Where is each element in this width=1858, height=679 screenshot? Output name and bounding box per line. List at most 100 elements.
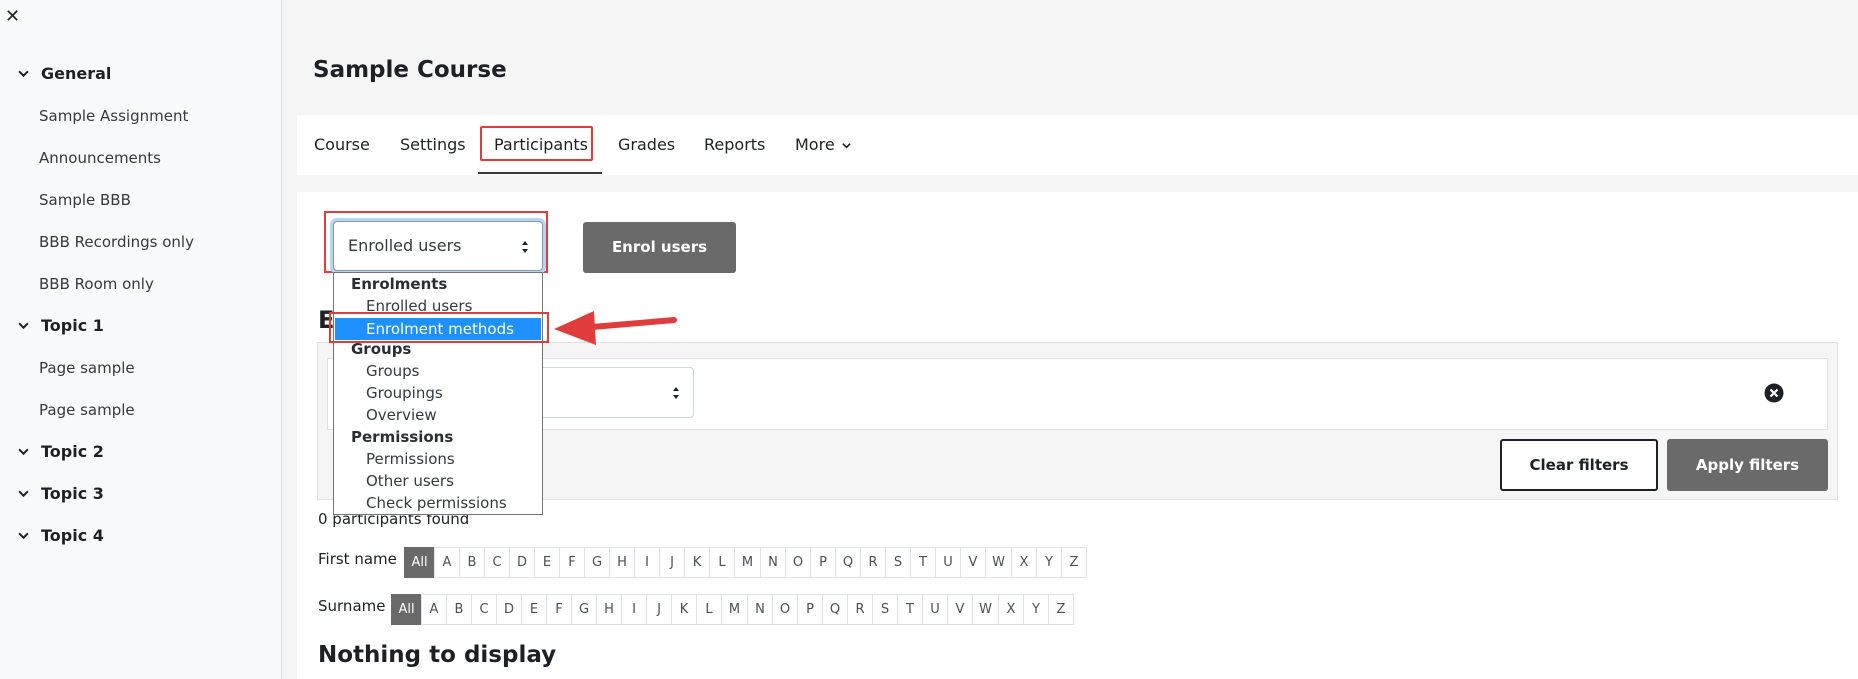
initial-z[interactable]: Z bbox=[1061, 547, 1087, 578]
initial-v[interactable]: V bbox=[947, 594, 973, 625]
option-check-permissions[interactable]: Check permissions bbox=[366, 494, 507, 514]
select-arrows-icon bbox=[673, 387, 679, 399]
section-topic-2[interactable]: Topic 2 bbox=[18, 442, 104, 461]
initial-w[interactable]: W bbox=[972, 594, 999, 625]
initial-t[interactable]: T bbox=[910, 547, 936, 578]
enrol-users-button[interactable]: Enrol users bbox=[583, 222, 736, 273]
initial-t[interactable]: T bbox=[897, 594, 923, 625]
close-icon[interactable]: ✕ bbox=[5, 6, 20, 27]
initial-i[interactable]: I bbox=[621, 594, 647, 625]
initial-n[interactable]: N bbox=[747, 594, 773, 625]
highlight-box-participants-tab bbox=[480, 126, 593, 161]
chevron-down-icon bbox=[18, 490, 29, 498]
initial-a[interactable]: A bbox=[434, 547, 460, 578]
sidebar-item-page-sample[interactable]: Page sample bbox=[39, 401, 135, 419]
initial-w[interactable]: W bbox=[985, 547, 1012, 578]
select-arrows-icon bbox=[522, 241, 528, 253]
initial-x[interactable]: X bbox=[998, 594, 1024, 625]
tab-reports[interactable]: Reports bbox=[704, 115, 765, 175]
initial-h[interactable]: H bbox=[596, 594, 622, 625]
initial-k[interactable]: K bbox=[671, 594, 697, 625]
tab-course[interactable]: Course bbox=[314, 115, 370, 175]
initial-b[interactable]: B bbox=[459, 547, 485, 578]
initial-s[interactable]: S bbox=[885, 547, 911, 578]
initial-l[interactable]: L bbox=[709, 547, 735, 578]
option-overview[interactable]: Overview bbox=[366, 406, 437, 428]
section-label: Topic 2 bbox=[41, 442, 104, 461]
initial-f[interactable]: F bbox=[546, 594, 572, 625]
chevron-down-icon bbox=[18, 532, 29, 540]
initial-s[interactable]: S bbox=[872, 594, 898, 625]
initial-v[interactable]: V bbox=[960, 547, 986, 578]
section-topic-4[interactable]: Topic 4 bbox=[18, 526, 104, 545]
initial-o[interactable]: O bbox=[772, 594, 798, 625]
initial-h[interactable]: H bbox=[609, 547, 635, 578]
active-tab-indicator bbox=[478, 172, 602, 174]
initial-r[interactable]: R bbox=[847, 594, 873, 625]
initial-e[interactable]: E bbox=[534, 547, 560, 578]
initial-y[interactable]: Y bbox=[1036, 547, 1062, 578]
apply-filters-button[interactable]: Apply filters bbox=[1667, 439, 1828, 491]
initial-r[interactable]: R bbox=[860, 547, 886, 578]
section-topic-3[interactable]: Topic 3 bbox=[18, 484, 104, 503]
initial-l[interactable]: L bbox=[696, 594, 722, 625]
initial-all[interactable]: All bbox=[404, 547, 435, 578]
initial-j[interactable]: J bbox=[646, 594, 672, 625]
surname-initials-bar: All A B C D E F G H I J K L M N O P Q R S T U V W X Y Z bbox=[391, 594, 1074, 625]
initial-a[interactable]: A bbox=[421, 594, 447, 625]
initial-all[interactable]: All bbox=[391, 594, 422, 625]
initial-b[interactable]: B bbox=[446, 594, 472, 625]
option-groups[interactable]: Groups bbox=[366, 362, 419, 384]
tab-grades[interactable]: Grades bbox=[618, 115, 675, 175]
initial-e[interactable]: E bbox=[521, 594, 547, 625]
optgroup-enrolments: Enrolments bbox=[351, 275, 448, 293]
option-groupings[interactable]: Groupings bbox=[366, 384, 443, 406]
tab-more-label: More bbox=[795, 135, 835, 154]
remove-filter-icon[interactable] bbox=[1764, 383, 1784, 403]
first-name-initials-bar: All A B C D E F G H I J K L M N O P Q R S T U V W X Y Z bbox=[404, 547, 1087, 578]
sidebar-item-announcements[interactable]: Announcements bbox=[39, 149, 161, 167]
initial-m[interactable]: M bbox=[734, 547, 761, 578]
option-other-users[interactable]: Other users bbox=[366, 472, 454, 494]
sidebar-item-bbb-room[interactable]: BBB Room only bbox=[39, 275, 154, 293]
initial-u[interactable]: U bbox=[935, 547, 961, 578]
section-general[interactable]: General bbox=[18, 64, 111, 83]
initial-q[interactable]: Q bbox=[835, 547, 861, 578]
sidebar-item-page-sample[interactable]: Page sample bbox=[39, 359, 135, 377]
initial-u[interactable]: U bbox=[922, 594, 948, 625]
initial-x[interactable]: X bbox=[1011, 547, 1037, 578]
initial-n[interactable]: N bbox=[760, 547, 786, 578]
clear-filters-button[interactable]: Clear filters bbox=[1500, 439, 1658, 491]
tab-more[interactable]: More bbox=[795, 115, 851, 175]
initial-c[interactable]: C bbox=[471, 594, 497, 625]
sidebar-item-bbb-recordings[interactable]: BBB Recordings only bbox=[39, 233, 194, 251]
initial-i[interactable]: I bbox=[634, 547, 660, 578]
initial-c[interactable]: C bbox=[484, 547, 510, 578]
initial-k[interactable]: K bbox=[684, 547, 710, 578]
initial-g[interactable]: G bbox=[571, 594, 597, 625]
initial-o[interactable]: O bbox=[785, 547, 811, 578]
initial-p[interactable]: P bbox=[810, 547, 836, 578]
page-title: Sample Course bbox=[313, 57, 507, 83]
initial-z[interactable]: Z bbox=[1048, 594, 1074, 625]
initial-d[interactable]: D bbox=[496, 594, 522, 625]
initial-d[interactable]: D bbox=[509, 547, 535, 578]
initial-m[interactable]: M bbox=[721, 594, 748, 625]
initial-p[interactable]: P bbox=[797, 594, 823, 625]
section-label: General bbox=[41, 64, 112, 83]
initial-j[interactable]: J bbox=[659, 547, 685, 578]
option-permissions[interactable]: Permissions bbox=[366, 450, 455, 472]
initial-g[interactable]: G bbox=[584, 547, 610, 578]
participants-page-select[interactable]: Enrolled users bbox=[333, 221, 543, 271]
chevron-down-icon bbox=[18, 448, 29, 456]
tab-settings[interactable]: Settings bbox=[400, 115, 466, 175]
optgroup-permissions: Permissions bbox=[351, 428, 454, 446]
chevron-down-icon bbox=[18, 70, 29, 78]
initial-y[interactable]: Y bbox=[1023, 594, 1049, 625]
initial-f[interactable]: F bbox=[559, 547, 585, 578]
initial-q[interactable]: Q bbox=[822, 594, 848, 625]
sidebar-item-sample-assignment[interactable]: Sample Assignment bbox=[39, 107, 188, 125]
section-topic-1[interactable]: Topic 1 bbox=[18, 316, 104, 335]
filter-type-select[interactable]: t bbox=[530, 367, 694, 418]
sidebar-item-sample-bbb[interactable]: Sample BBB bbox=[39, 191, 131, 209]
